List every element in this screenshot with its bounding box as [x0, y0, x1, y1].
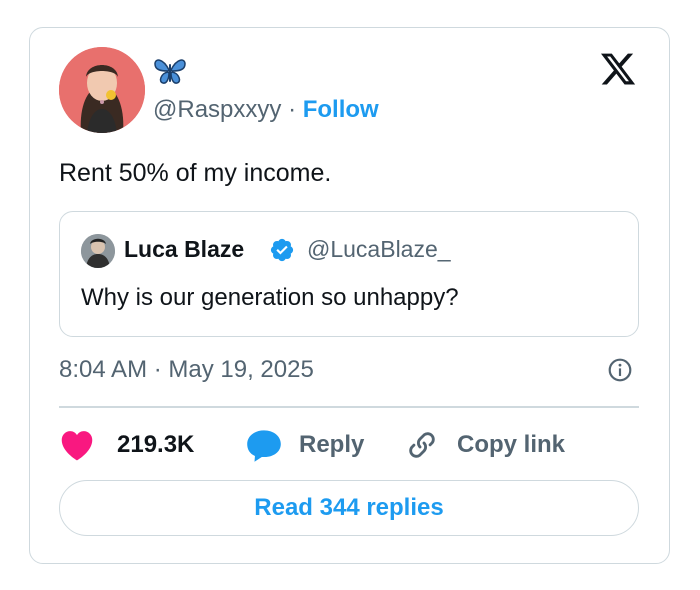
follow-button[interactable]: Follow: [303, 96, 379, 123]
copy-link-button[interactable]: Copy link: [405, 425, 565, 465]
read-replies-button[interactable]: Read 344 replies: [59, 480, 639, 536]
reply-bubble-icon: [247, 430, 281, 462]
copy-link-label: Copy link: [457, 431, 566, 458]
x-logo-icon[interactable]: [598, 50, 638, 88]
link-icon: [409, 432, 435, 458]
divider: [59, 406, 639, 408]
butterfly-icon: [154, 59, 186, 84]
quoted-author-handle: @LucaBlaze_: [307, 236, 451, 262]
tweet-text: Rent 50% of my income.: [59, 159, 332, 187]
reply-label: Reply: [299, 431, 365, 458]
like-count: 219.3K: [117, 431, 195, 458]
quoted-author-name: Luca Blaze: [124, 236, 245, 262]
heart-icon: [61, 431, 93, 461]
info-icon[interactable]: [607, 357, 633, 383]
quoted-tweet-text: Why is our generation so unhappy?: [81, 284, 459, 311]
tweet-timestamp[interactable]: 8:04 AM · May 19, 2025: [59, 355, 314, 385]
author-avatar[interactable]: [59, 47, 145, 133]
author-handle-line: @Raspxxyy · Follow: [153, 96, 379, 124]
quoted-tweet[interactable]: Luca Blaze @LucaBlaze_ Why is our genera…: [59, 211, 639, 337]
reply-button[interactable]: Reply: [245, 425, 364, 465]
verified-badge-icon: [270, 238, 294, 262]
author-handle[interactable]: @Raspxxyy: [153, 96, 281, 123]
separator-dot: ·: [288, 96, 297, 123]
like-button[interactable]: 219.3K: [59, 425, 194, 465]
quoted-author-avatar: [81, 234, 115, 268]
